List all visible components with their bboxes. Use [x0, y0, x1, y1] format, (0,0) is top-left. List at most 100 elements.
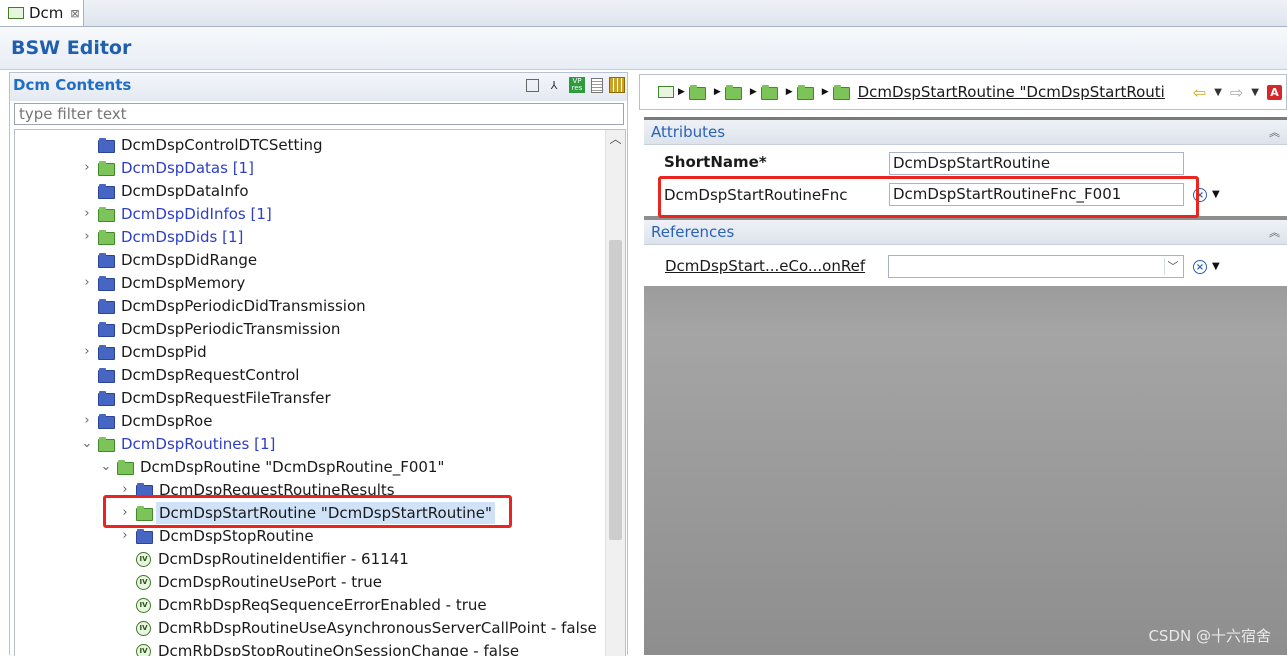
tree-item[interactable]: ›DcmDspDids [1] [81, 226, 243, 248]
routine-port-ref-label[interactable]: DcmDspStart...eCo...onRef [665, 257, 865, 275]
breadcrumb-segment[interactable]: ▶ [761, 85, 794, 100]
tree-item-label: DcmDspDatas [1] [121, 157, 254, 179]
tree-item-label: DcmDspRoutineUsePort - true [158, 571, 382, 593]
chevron-down-icon[interactable]: ⌄ [81, 433, 93, 455]
folder-icon [117, 462, 134, 475]
routine-port-ref-select[interactable]: ﹀ [888, 255, 1184, 278]
folder-icon [725, 87, 742, 100]
tree-item-label: DcmDspDataInfo [121, 180, 249, 202]
tree-item-label: DcmDspRoutine "DcmDspRoutine_F001" [140, 456, 444, 478]
collapse-icon[interactable]: ︽ [1269, 124, 1280, 140]
tree-item[interactable]: ›DcmDspPeriodicTransmission [81, 318, 340, 340]
document-icon[interactable] [591, 78, 603, 93]
vp-res-icon[interactable]: VPres [569, 77, 585, 93]
autosar-icon[interactable]: A [1267, 85, 1282, 100]
table-icon[interactable] [609, 77, 625, 93]
folder-icon [98, 163, 115, 176]
reset-dropdown-icon[interactable]: ▼ [1212, 189, 1220, 200]
forward-arrow-icon[interactable]: ⇨ [1230, 83, 1243, 102]
tree-item[interactable]: › DcmDspDatas [1] [81, 157, 254, 179]
reset-dropdown-icon[interactable]: ▼ [1212, 261, 1220, 272]
folder-icon [98, 416, 115, 429]
breadcrumb-arrow-icon: ▶ [678, 87, 685, 97]
collapse-icon[interactable]: ︽ [1269, 224, 1280, 240]
folder-icon [98, 232, 115, 245]
breadcrumb-segment[interactable]: ▶ [689, 85, 722, 100]
back-dropdown-icon[interactable]: ▼ [1214, 87, 1222, 98]
chevron-right-icon[interactable]: › [81, 410, 93, 432]
breadcrumb-root[interactable]: ▶ [658, 86, 686, 98]
back-arrow-icon[interactable]: ⇦ [1193, 83, 1206, 102]
parameter-icon: IV [136, 598, 151, 613]
breadcrumb-arrow-icon: ▶ [750, 87, 757, 97]
collapse-all-icon[interactable] [526, 79, 539, 92]
tree-item[interactable]: ›IVDcmDspRoutineUsePort - true [119, 571, 382, 593]
folder-icon [98, 140, 115, 153]
breadcrumb: ▶ ▶ ▶ ▶ ▶ DcmDspStartRoutine "DcmDspStar… [639, 74, 1287, 110]
tree-item[interactable]: ›IVDcmRbDspStopRoutineOnSessionChange - … [119, 640, 519, 656]
chevron-down-icon[interactable]: ⌄ [100, 456, 112, 478]
chevron-down-icon[interactable]: ﹀ [1164, 258, 1181, 275]
folder-icon [98, 278, 115, 291]
tree-item[interactable]: ⌄ DcmDspRoutines [1] [81, 433, 275, 455]
breadcrumb-arrow-icon: ▶ [786, 87, 793, 97]
tree-item[interactable]: ›DcmDspDataInfo [81, 180, 249, 202]
tree-item-label: DcmDspControlDTCSetting [121, 134, 323, 156]
hierarchy-icon[interactable]: ⅄ [545, 76, 563, 94]
module-icon [658, 86, 674, 98]
tree-item[interactable]: › DcmDspRoe [81, 410, 212, 432]
shortname-input[interactable]: DcmDspStartRoutine [889, 152, 1184, 175]
tree-item[interactable]: ›DcmDspRequestControl [81, 364, 299, 386]
tree-item[interactable]: ›DcmDspControlDTCSetting [81, 134, 323, 156]
tab-dcm[interactable]: Dcm ⊠ [0, 0, 84, 26]
folder-icon [797, 87, 814, 100]
references-section: DcmDspStart...eCo...onRef ﹀ × ▼ [644, 245, 1287, 286]
forward-dropdown-icon[interactable]: ▼ [1251, 87, 1259, 98]
tree-item-label: DcmRbDspStopRoutineOnSessionChange - fal… [158, 640, 519, 656]
chevron-right-icon[interactable]: › [81, 203, 93, 225]
chevron-right-icon[interactable]: › [81, 272, 93, 294]
breadcrumb-current-label[interactable]: DcmDspStartRoutine "DcmDspStartRouti [858, 83, 1165, 101]
breadcrumb-segment[interactable]: ▶ [725, 85, 758, 100]
tree-item[interactable]: ›DcmDspPeriodicDidTransmission [81, 295, 366, 317]
chevron-right-icon[interactable]: › [81, 341, 93, 363]
tree-item[interactable]: ›DcmDspMemory [81, 272, 245, 294]
contents-title: Dcm Contents [13, 76, 131, 94]
tree-item-label: DcmDspDidRange [121, 249, 257, 271]
contents-toolbar: ⅄ VPres [526, 76, 625, 94]
chevron-right-icon[interactable]: › [81, 157, 93, 179]
references-title: References [651, 223, 734, 241]
folder-icon [689, 87, 706, 100]
folder-icon [98, 370, 115, 383]
tree-item-label: DcmDspRoutines [1] [121, 433, 275, 455]
chevron-right-icon[interactable]: › [119, 525, 131, 547]
scroll-up-icon[interactable]: ︿ [606, 130, 625, 148]
tree-item[interactable]: ⌄ DcmDspRoutine "DcmDspRoutine_F001" [100, 456, 444, 478]
shortname-label: ShortName* [664, 153, 767, 171]
tree-item-label: DcmDspRoe [121, 410, 212, 432]
highlight-box-attribute [658, 176, 1199, 218]
contents-tree[interactable]: ›DcmDspControlDTCSetting›DcmDspDatas [1]… [14, 129, 626, 656]
tree-item[interactable]: ›IVDcmRbDspReqSequenceErrorEnabled - tru… [119, 594, 487, 616]
tree-item[interactable]: ›DcmDspStopRoutine [119, 525, 314, 547]
references-section-header[interactable]: References ︽ [644, 220, 1287, 245]
tree-item[interactable]: ›DcmDspDidInfos [1] [81, 203, 272, 225]
tree-item-label: DcmRbDspReqSequenceErrorEnabled - true [158, 594, 487, 616]
attributes-section-header[interactable]: Attributes ︽ [644, 120, 1287, 145]
breadcrumb-current[interactable]: DcmDspStartRoutine "DcmDspStartRouti [833, 83, 1165, 101]
tree-scrollbar[interactable]: ︿ [605, 130, 625, 656]
tree-item[interactable]: ›DcmDspDidRange [81, 249, 257, 271]
tree-item[interactable]: ›DcmDspRequestFileTransfer [81, 387, 331, 409]
scroll-thumb[interactable] [609, 240, 622, 540]
breadcrumb-arrow-icon: ▶ [822, 87, 829, 97]
tree-item[interactable]: ›DcmDspPid [81, 341, 207, 363]
tree-item-label: DcmRbDspRoutineUseAsynchronousServerCall… [158, 617, 597, 639]
tree-item[interactable]: ›IVDcmRbDspRoutineUseAsynchronousServerC… [119, 617, 597, 639]
close-icon[interactable]: ⊠ [70, 7, 79, 20]
breadcrumb-segment[interactable]: ▶ [797, 85, 830, 100]
tree-item[interactable]: ›IVDcmDspRoutineIdentifier - 61141 [119, 548, 409, 570]
reset-icon[interactable]: × [1193, 260, 1207, 274]
chevron-right-icon[interactable]: › [81, 226, 93, 248]
tree-filter-input[interactable] [14, 103, 624, 125]
folder-icon [98, 347, 115, 360]
